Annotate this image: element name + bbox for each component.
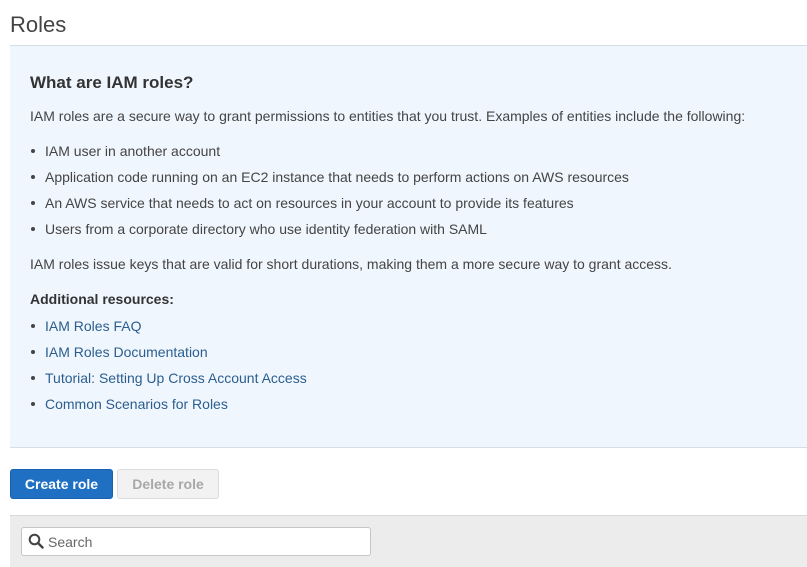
info-heading: What are IAM roles?	[30, 73, 194, 92]
resource-item: Common Scenarios for Roles	[30, 395, 307, 421]
info-intro: IAM roles are a secure way to grant perm…	[30, 108, 746, 124]
link-cross-account-tutorial[interactable]: Tutorial: Setting Up Cross Account Acces…	[45, 370, 307, 386]
entity-list: IAM user in another account Application …	[30, 142, 629, 246]
list-item: IAM user in another account	[30, 142, 629, 168]
search-box[interactable]	[21, 527, 371, 556]
resources-heading: Additional resources:	[30, 291, 174, 307]
page-title: Roles	[10, 12, 67, 37]
list-item: Application code running on an EC2 insta…	[30, 168, 629, 194]
link-iam-roles-faq[interactable]: IAM Roles FAQ	[45, 318, 141, 334]
link-iam-roles-documentation[interactable]: IAM Roles Documentation	[45, 344, 208, 360]
resource-item: Tutorial: Setting Up Cross Account Acces…	[30, 369, 307, 395]
resources-list: IAM Roles FAQ IAM Roles Documentation Tu…	[30, 317, 307, 421]
resource-item: IAM Roles FAQ	[30, 317, 307, 343]
link-common-scenarios[interactable]: Common Scenarios for Roles	[45, 396, 228, 412]
info-summary: IAM roles issue keys that are valid for …	[30, 256, 672, 272]
list-item: Users from a corporate directory who use…	[30, 220, 629, 246]
search-bar	[10, 515, 807, 567]
list-item: An AWS service that needs to act on reso…	[30, 194, 629, 220]
delete-role-button[interactable]: Delete role	[117, 469, 219, 499]
search-input[interactable]	[48, 531, 366, 552]
search-icon	[28, 533, 44, 549]
create-role-button[interactable]: Create role	[10, 469, 113, 499]
resource-item: IAM Roles Documentation	[30, 343, 307, 369]
info-panel: What are IAM roles? IAM roles are a secu…	[10, 45, 807, 448]
